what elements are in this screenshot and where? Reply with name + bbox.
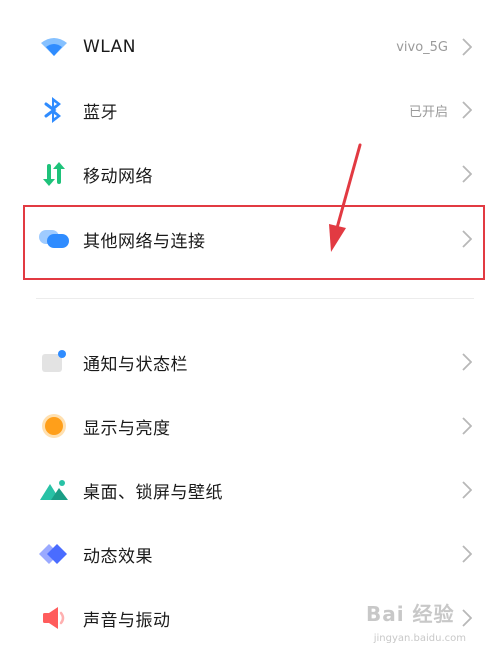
settings-item-label: 桌面、锁屏与壁纸 xyxy=(83,482,223,503)
chevron-right-icon xyxy=(460,415,474,437)
chevron-right-icon xyxy=(460,351,474,373)
settings-item-label: 动态效果 xyxy=(83,546,153,567)
settings-item-other-connections[interactable]: 其他网络与连接 xyxy=(0,209,500,269)
animation-icon xyxy=(36,536,72,572)
settings-item-mobile-network[interactable]: 移动网络 xyxy=(0,144,500,204)
settings-item-animation[interactable]: 动态效果 xyxy=(0,524,500,584)
settings-item-label: 蓝牙 xyxy=(83,102,118,123)
settings-item-bluetooth[interactable]: 蓝牙 已开启 xyxy=(0,80,500,140)
display-brightness-icon xyxy=(36,408,72,444)
chevron-right-icon xyxy=(460,163,474,185)
chevron-right-icon xyxy=(460,99,474,121)
settings-screen: WLAN vivo_5G 蓝牙 已开启 移动网络 其他网络与连接 通知与状态栏 … xyxy=(0,0,500,650)
settings-item-wallpaper[interactable]: 桌面、锁屏与壁纸 xyxy=(0,460,500,520)
notification-icon xyxy=(36,344,72,380)
settings-item-label: 移动网络 xyxy=(83,166,153,187)
settings-item-label: 声音与振动 xyxy=(83,610,171,631)
settings-item-value: vivo_5G xyxy=(396,39,448,55)
section-divider xyxy=(36,298,474,299)
wlan-icon xyxy=(36,29,72,65)
settings-item-label: 其他网络与连接 xyxy=(83,231,206,252)
bluetooth-icon xyxy=(36,92,72,128)
chevron-right-icon xyxy=(460,479,474,501)
settings-item-label: WLAN xyxy=(83,37,137,57)
chevron-right-icon xyxy=(460,36,474,58)
settings-item-wlan[interactable]: WLAN vivo_5G xyxy=(0,17,500,77)
settings-item-display[interactable]: 显示与亮度 xyxy=(0,396,500,456)
wallpaper-icon xyxy=(36,472,72,508)
mobile-network-icon xyxy=(36,156,72,192)
other-connections-icon xyxy=(36,221,72,257)
chevron-right-icon xyxy=(460,543,474,565)
settings-item-label: 通知与状态栏 xyxy=(83,354,188,375)
settings-item-notification[interactable]: 通知与状态栏 xyxy=(0,332,500,392)
chevron-right-icon xyxy=(460,228,474,250)
settings-item-label: 显示与亮度 xyxy=(83,418,171,439)
sound-vibration-icon xyxy=(36,600,72,636)
settings-item-value: 已开启 xyxy=(408,104,448,120)
watermark-logo: Bai 经验 xyxy=(366,602,455,626)
watermark-url: jingyan.baidu.com xyxy=(373,633,466,644)
